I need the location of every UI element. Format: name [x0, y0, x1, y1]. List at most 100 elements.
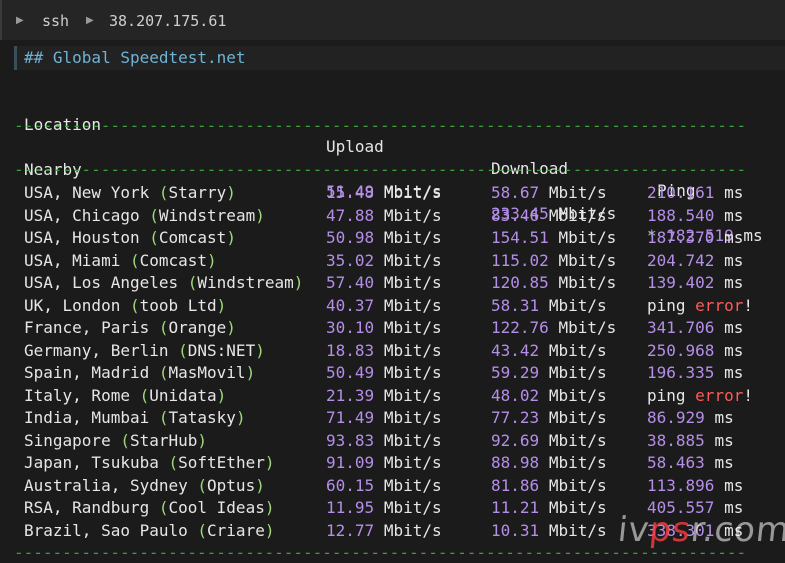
heading-accent	[14, 46, 17, 70]
ping-value: 38.885	[647, 430, 705, 450]
paren-close: )	[207, 250, 217, 270]
ping-word: ping	[647, 385, 696, 405]
upload-value: 12.77	[326, 520, 375, 540]
bar-edge	[0, 0, 2, 40]
location-city: RSA, Randburg	[24, 498, 159, 517]
table-row: UK, London (toob Ltd) 40.37 Mbit/s 58.31 M…	[0, 295, 785, 317]
upload-value: 93.83	[326, 430, 375, 450]
location-city: USA, Los Angeles	[24, 273, 188, 292]
paren-open: (	[120, 430, 130, 450]
section-heading: ## Global Speedtest.net	[24, 48, 246, 67]
table-row: USA, Miami (Comcast) 35.02 Mbit/s 115.02 M…	[0, 250, 785, 272]
paren-open: (	[158, 183, 169, 202]
paren-open: (	[129, 295, 140, 315]
ping-value: 113.896	[647, 475, 715, 495]
unit: Mbit/s	[548, 453, 607, 472]
unit: Mbit/s	[383, 205, 442, 225]
ping-value: 341.706	[647, 318, 715, 337]
unit: Mbit/s	[383, 453, 442, 472]
location-city: Australia, Sydney	[24, 475, 198, 495]
location-provider: SoftEther	[178, 453, 265, 472]
paren-close: )	[226, 228, 236, 247]
upload-value: 18.83	[326, 340, 375, 360]
download-value: 10.31	[491, 520, 540, 540]
ping-value: 196.335	[647, 363, 715, 382]
unit: ms	[714, 408, 734, 427]
download-value: 92.69	[491, 430, 540, 450]
download-value: 115.02	[491, 250, 549, 270]
upload-value: 60.15	[326, 475, 375, 495]
breadcrumb-host[interactable]: 38.207.175.61	[109, 12, 226, 30]
unit: Mbit/s	[383, 408, 442, 427]
table-row: USA, New York (Starry) 15.48 Mbit/s 58.67 …	[0, 182, 785, 204]
paren-open: (	[187, 273, 198, 292]
divider-line: ----------------------------------------…	[14, 160, 744, 179]
ping-error: error	[695, 385, 744, 405]
unit: Mbit/s	[383, 318, 442, 337]
unit: Mbit/s	[383, 430, 442, 450]
location-provider: Comcast	[158, 228, 227, 247]
unit: Mbit/s	[558, 228, 617, 247]
unit: Mbit/s	[383, 363, 442, 382]
location-provider: Comcast	[139, 250, 208, 270]
ping-value: 58.463	[647, 453, 705, 472]
upload-value: 15.48	[326, 183, 375, 202]
paren-close: )	[226, 183, 236, 202]
column-header-row: Location Upload Download Ping	[0, 92, 785, 200]
ping-value: 86.929	[647, 408, 705, 427]
upload-value: 21.39	[326, 385, 375, 405]
download-value: 59.29	[491, 363, 540, 382]
paren-close: )	[264, 520, 275, 540]
ping-value: 139.402	[647, 273, 715, 292]
expand-arrow-icon[interactable]: ▶	[86, 15, 94, 26]
unit: Mbit/s	[548, 295, 607, 315]
paren-open: (	[158, 498, 169, 517]
location-provider: Orange	[168, 318, 227, 337]
download-value: 88.98	[491, 453, 540, 472]
table-row: Australia, Sydney (Optus) 60.15 Mbit/s 81.…	[0, 475, 785, 497]
location-city: USA, Chicago	[24, 205, 150, 225]
location-provider: StarHub	[129, 430, 198, 450]
download-value: 58.31	[491, 295, 540, 315]
location-provider: Cool Ideas	[168, 498, 265, 517]
unit: Mbit/s	[383, 385, 442, 405]
location-city: France, Paris	[24, 318, 159, 337]
location-provider: Criare	[207, 520, 265, 540]
expand-arrow-icon[interactable]: ▶	[16, 15, 24, 26]
paren-close: )	[255, 205, 265, 225]
paren-open: (	[197, 520, 208, 540]
paren-close: )	[264, 498, 275, 517]
unit: Mbit/s	[558, 273, 617, 292]
download-value: 11.21	[491, 498, 540, 517]
upload-value: 30.10	[326, 318, 375, 337]
ping-value: 250.968	[647, 340, 715, 360]
unit: Mbit/s	[548, 430, 607, 450]
unit: Mbit/s	[383, 228, 442, 247]
paren-open: (	[197, 475, 208, 495]
unit: ms	[724, 340, 744, 360]
table-row: USA, Chicago (Windstream) 47.88 Mbit/s 83.…	[0, 205, 785, 227]
table-row: France, Paris (Orange) 30.10 Mbit/s 122.76…	[0, 317, 785, 339]
unit: Mbit/s	[548, 340, 607, 360]
paren-close: )	[264, 453, 275, 472]
location-provider: Tatasky	[168, 408, 236, 427]
breadcrumb-ssh[interactable]: ssh	[42, 12, 69, 30]
paren-open: (	[139, 385, 150, 405]
unit: ms	[724, 475, 744, 495]
unit: ms	[724, 250, 744, 270]
ping-value: 210.161	[647, 183, 715, 202]
download-value: 43.42	[491, 340, 540, 360]
unit: ms	[724, 183, 744, 202]
unit: Mbit/s	[548, 520, 607, 540]
location-provider: toob Ltd	[139, 295, 217, 315]
location-city: USA, Houston	[24, 228, 150, 247]
location-city: Spain, Madrid	[24, 363, 159, 382]
download-value: 83.46	[491, 205, 540, 225]
location-city: Singapore	[24, 430, 121, 450]
location-provider: Starry	[168, 183, 227, 202]
location-city: Italy, Rome	[24, 385, 140, 405]
unit: Mbit/s	[548, 385, 607, 405]
ping-value: 187.370	[647, 228, 715, 247]
upload-value: 11.95	[326, 498, 375, 517]
ping-word: ping	[647, 295, 696, 315]
